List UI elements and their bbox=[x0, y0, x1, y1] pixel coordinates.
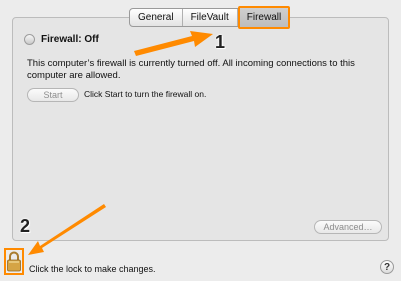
firewall-status-label: Firewall: Off bbox=[41, 34, 99, 45]
start-button[interactable]: Start bbox=[27, 88, 79, 102]
advanced-button[interactable]: Advanced… bbox=[314, 220, 382, 234]
annotation-number-1: 1 bbox=[215, 32, 226, 52]
lock-label: Click the lock to make changes. bbox=[29, 264, 156, 274]
tab-bar: General FileVault Firewall bbox=[129, 6, 291, 29]
firewall-status: Firewall: Off bbox=[24, 34, 99, 45]
annotation-number-2: 2 bbox=[20, 216, 31, 236]
padlock-icon bbox=[7, 251, 21, 272]
status-indicator-icon bbox=[24, 34, 35, 45]
firewall-description: This computer’s firewall is currently tu… bbox=[27, 58, 355, 81]
help-button[interactable]: ? bbox=[380, 260, 394, 274]
tab-firewall[interactable]: Firewall bbox=[237, 6, 291, 29]
start-hint: Click Start to turn the firewall on. bbox=[84, 89, 207, 99]
tab-filevault[interactable]: FileVault bbox=[183, 9, 238, 26]
tab-general[interactable]: General bbox=[130, 9, 183, 26]
lock-button[interactable] bbox=[4, 248, 24, 275]
firewall-panel bbox=[12, 17, 389, 241]
